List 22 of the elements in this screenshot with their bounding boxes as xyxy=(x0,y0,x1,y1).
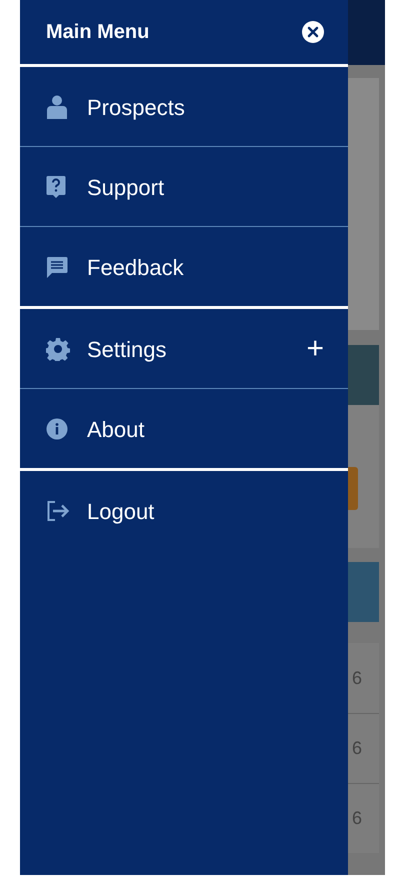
logout-icon xyxy=(46,500,70,522)
menu-item[interactable]: Prospects xyxy=(20,67,348,147)
chat-icon xyxy=(46,256,68,278)
menu-item[interactable]: Logout xyxy=(20,471,348,551)
date-text: 6 xyxy=(352,666,362,690)
date-text: 6 xyxy=(352,737,362,760)
close-button[interactable] xyxy=(302,21,324,43)
info-icon xyxy=(46,418,68,440)
section-header xyxy=(348,562,379,622)
section-header xyxy=(348,345,379,405)
menu-item[interactable]: Feedback xyxy=(20,227,348,307)
app-header xyxy=(348,0,385,65)
menu-item[interactable]: Settings + xyxy=(20,309,348,389)
menu-title: Main Menu xyxy=(46,20,150,45)
person-icon xyxy=(46,95,68,119)
menu-item[interactable]: About xyxy=(20,389,348,469)
settings-icon xyxy=(46,337,70,361)
help-icon xyxy=(46,175,66,199)
date-text: 6 xyxy=(352,807,362,830)
menu-item[interactable]: Support xyxy=(20,147,348,227)
expand-icon[interactable]: + xyxy=(306,334,324,364)
close-icon xyxy=(307,26,319,38)
